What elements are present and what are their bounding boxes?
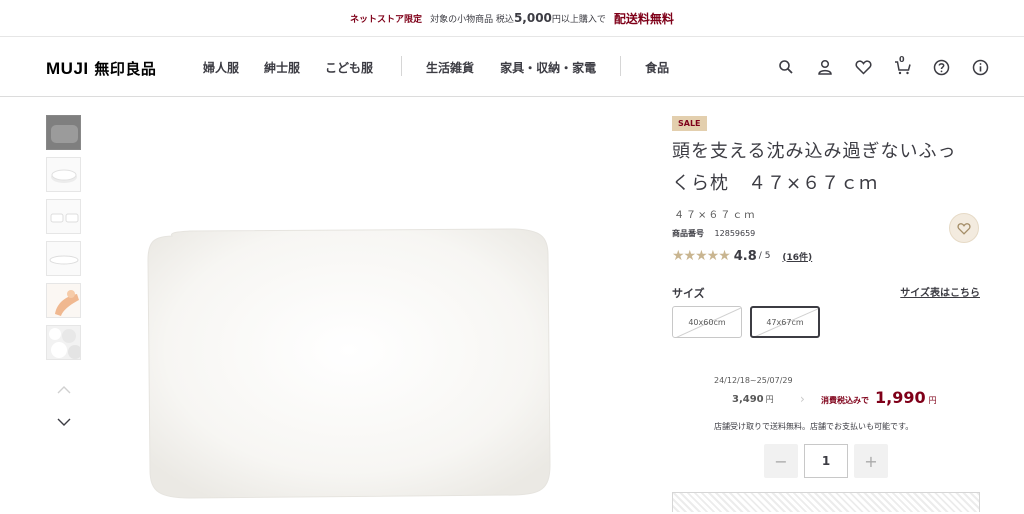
main-product-image[interactable] — [110, 110, 590, 510]
nav-item-mens[interactable]: 紳士服 — [264, 59, 300, 76]
price-unit: 円 — [928, 396, 937, 405]
cart-icon[interactable]: 0 — [883, 55, 922, 79]
logo-japanese: 無印良品 — [94, 60, 157, 78]
review-count-link[interactable]: (16件) — [782, 250, 812, 263]
qty-minus-button[interactable]: − — [764, 444, 798, 478]
chevron-right-icon: › — [800, 392, 805, 406]
thumbnail-3[interactable] — [46, 199, 81, 234]
size-label: サイズ — [672, 287, 705, 300]
thumbnail-down-arrow-icon[interactable] — [56, 412, 72, 426]
product-code: 商品番号 12859659 — [672, 228, 755, 239]
product-title: 頭を支える沈み込み過ぎないふっくら枕 ４７×６７ｃｍ — [672, 141, 957, 194]
thumbnail-2[interactable] — [46, 157, 81, 192]
cart-count: 0 — [899, 55, 905, 64]
header-icons: 0 — [766, 55, 1000, 79]
thumbnail-5[interactable] — [46, 283, 81, 318]
rating-value: 4.8 — [733, 248, 757, 264]
nav-item-womens[interactable]: 婦人服 — [203, 59, 239, 76]
rating-denominator: / 5 — [758, 251, 771, 261]
qty-value[interactable]: 1 — [804, 444, 848, 478]
promo-store-label: ネットストア限定 — [350, 14, 423, 25]
original-price: 3,490 円 — [732, 394, 774, 405]
rating-stars-icon: ★★★★★ — [672, 248, 731, 264]
original-price-value: 3,490 — [732, 394, 764, 405]
nav-item-food[interactable]: 食品 — [645, 59, 669, 76]
promo-bar: ネットストア限定 対象の小物商品 税込5,000円以上購入で 配送料無料 — [0, 0, 1024, 37]
shipping-note: 店舗受け取りで送料無料。店舗でお支払いも可能です。 — [714, 422, 914, 431]
promo-free-shipping: 配送料無料 — [613, 11, 674, 26]
product-code-label: 商品番号 — [672, 229, 704, 238]
add-to-cart-button[interactable] — [672, 492, 980, 512]
nav-item-kids[interactable]: こども服 — [325, 59, 373, 76]
size-option-label: 47x67cm — [766, 317, 804, 327]
nav-item-furniture[interactable]: 家具・収納・家電 — [500, 59, 596, 76]
rating: ★★★★★ 4.8 / 5 (16件) — [672, 248, 812, 264]
size-option-47x67[interactable]: 47x67cm — [750, 306, 820, 338]
tax-label: 消費税込みで — [821, 396, 869, 405]
main-nav: 婦人服 紳士服 こども服 生活雑貨 家具・収納・家電 食品 — [203, 56, 669, 76]
promo-text-before: 対象の小物商品 税込5,000円以上購入で — [430, 11, 606, 25]
product-subtitle: ４７×６７ｃｍ — [674, 210, 757, 221]
size-option-label: 40x60cm — [688, 317, 726, 327]
quantity-stepper: − 1 + — [764, 444, 888, 478]
thumbnail-1[interactable] — [46, 115, 81, 150]
muji-logo[interactable]: MUJI 無印良品 — [46, 58, 156, 79]
thumbnail-6[interactable] — [46, 325, 81, 360]
nav-divider — [401, 56, 403, 76]
promo-text-after: 円以上購入で — [551, 15, 606, 25]
promo-amount: 5,000 — [513, 11, 552, 25]
favorite-button[interactable] — [949, 213, 979, 243]
nav-item-household[interactable]: 生活雑貨 — [426, 59, 474, 76]
nav-divider — [620, 56, 622, 76]
thumbnail-4[interactable] — [46, 241, 81, 276]
thumbnail-up-arrow-icon[interactable] — [56, 380, 72, 394]
heart-icon — [957, 222, 971, 235]
sale-period: 24/12/18~25/07/29 — [714, 376, 793, 385]
logo-latin: MUJI — [46, 59, 89, 78]
info-icon[interactable] — [961, 55, 1000, 79]
sale-price: 消費税込みで 1,990 円 — [821, 388, 937, 407]
size-guide-link[interactable]: サイズ表はこちら — [900, 284, 980, 299]
site-header: MUJI 無印良品 婦人服 紳士服 こども服 生活雑貨 家具・収納・家電 食品 … — [0, 37, 1024, 97]
size-option-40x60[interactable]: 40x60cm — [672, 306, 742, 338]
price-unit: 円 — [765, 395, 774, 404]
sale-price-value: 1,990 — [875, 388, 926, 407]
user-icon[interactable] — [805, 55, 844, 79]
qty-plus-button[interactable]: + — [854, 444, 888, 478]
search-icon[interactable] — [766, 55, 805, 79]
help-icon[interactable] — [922, 55, 961, 79]
heart-icon[interactable] — [844, 55, 883, 79]
sale-badge: SALE — [672, 116, 707, 131]
product-code-value: 12859659 — [714, 229, 756, 238]
thumbnail-list — [46, 115, 83, 367]
